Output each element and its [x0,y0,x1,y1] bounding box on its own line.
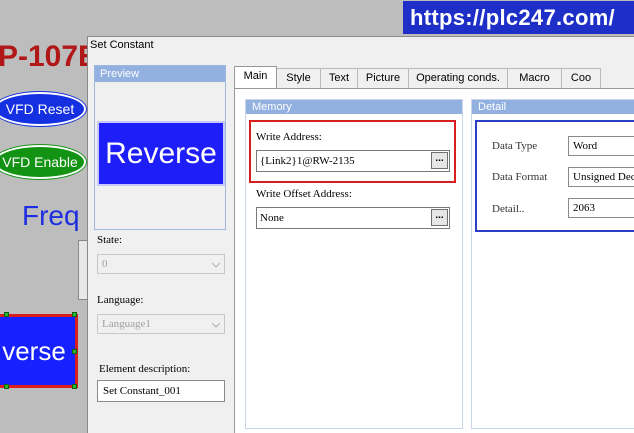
write-offset-address-label: Write Offset Address: [256,188,352,200]
state-label: State: [97,234,123,246]
tab-strip: Main Style Text Picture Operating conds.… [234,66,601,88]
element-description-input[interactable]: Set Constant_001 [97,380,225,402]
language-label: Language: [97,294,144,306]
detail-group: Detail Data Type Word Data Format Unsign… [471,99,634,429]
screen-title-fragment: P-107E [0,40,99,73]
write-offset-browse-button[interactable]: ... [431,209,448,226]
write-address-label: Write Address: [256,131,322,143]
write-address-browse-button[interactable]: ... [431,152,448,169]
selection-handle[interactable] [4,384,9,389]
watermark-url: https://plc247.com/ [403,1,634,34]
dialog-title: Set Constant [90,39,154,51]
preview-panel: Preview Reverse [94,65,226,230]
language-value: Language1 [102,318,151,330]
state-value: 0 [102,258,108,270]
memory-group: Memory Write Address: {Link2}1@RW-2135 .… [245,99,463,429]
tab-text[interactable]: Text [320,68,358,88]
write-offset-address-value: None [260,212,284,224]
data-type-label: Data Type [492,140,538,152]
write-address-field[interactable]: {Link2}1@RW-2135 ... [256,150,450,172]
vfd-enable-button[interactable]: VFD Enable [0,145,86,179]
freq-label-fragment: Freq [22,200,80,231]
preview-header: Preview [95,66,225,82]
set-constant-dialog: Set Constant Preview Reverse State: 0 La… [87,36,634,433]
main-tab-panel: Memory Write Address: {Link2}1@RW-2135 .… [234,88,634,433]
selection-handle[interactable] [72,312,77,317]
reverse-button-selected[interactable]: verse [0,314,78,388]
chevron-down-icon [212,322,220,328]
chevron-down-icon [212,262,220,268]
vfd-reset-button[interactable]: VFD Reset [0,92,86,126]
tab-main[interactable]: Main [234,66,277,88]
selection-handle[interactable] [72,384,77,389]
vfd-enable-label: VFD Enable [2,154,78,170]
tab-picture[interactable]: Picture [357,68,409,88]
write-offset-address-field[interactable]: None ... [256,207,450,229]
state-select[interactable]: 0 [97,254,225,274]
detail-group-header: Detail [472,100,634,114]
tab-coordinates[interactable]: Coo [561,68,601,88]
data-format-select[interactable]: Unsigned Deci [568,167,634,187]
detail-label: Detail.. [492,203,525,215]
tab-operating-conds[interactable]: Operating conds. [408,68,508,88]
language-select[interactable]: Language1 [97,314,225,334]
preview-reverse-button: Reverse [97,121,225,186]
element-description-label: Element description: [99,363,191,375]
memory-group-header: Memory [246,100,462,114]
selection-handle[interactable] [72,349,77,354]
detail-value-field[interactable]: 2063 [568,198,634,218]
reverse-button-label: verse [2,335,66,366]
vfd-reset-label: VFD Reset [5,101,75,117]
write-address-value: {Link2}1@RW-2135 [260,155,355,167]
data-type-select[interactable]: Word [568,136,634,156]
data-format-label: Data Format [492,171,548,183]
tab-style[interactable]: Style [276,68,321,88]
tab-macro[interactable]: Macro [507,68,562,88]
selection-handle[interactable] [4,312,9,317]
preview-button-text: Reverse [105,136,217,170]
